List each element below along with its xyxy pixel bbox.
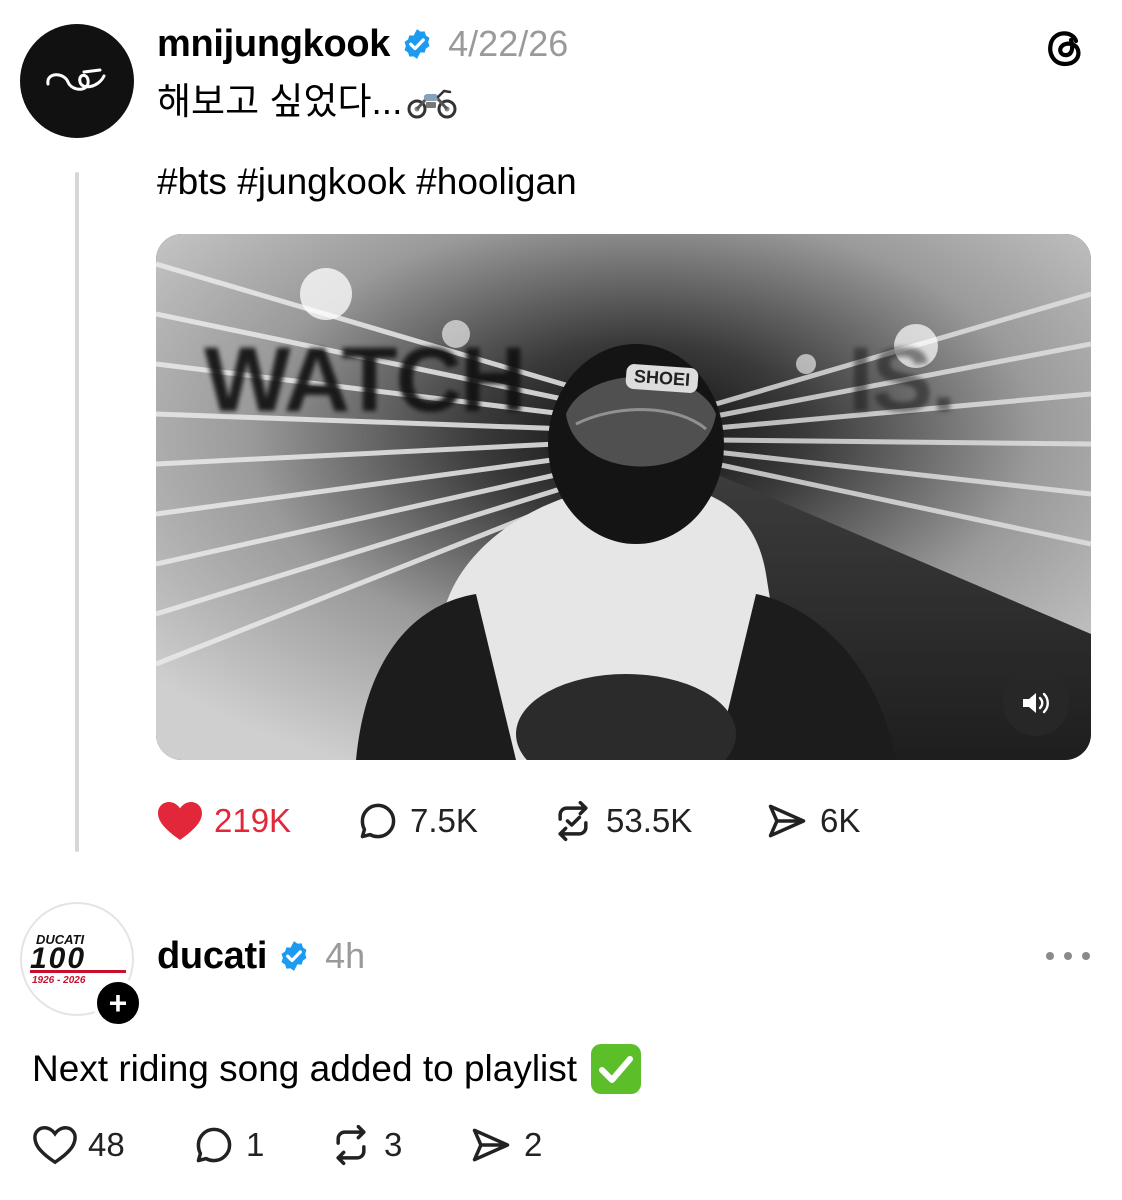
share-button[interactable]: 2 <box>468 1123 542 1167</box>
reply-icon <box>360 803 396 839</box>
post1-actions: 219K 7.5K 53.5K 6K <box>156 798 860 844</box>
overlay-word-end: IS. <box>848 329 956 431</box>
share-count: 2 <box>524 1126 543 1163</box>
post1-header: mnijungkook 4/22/26 <box>157 22 568 66</box>
post2-actions: 48 1 3 2 <box>32 1122 542 1168</box>
verified-icon <box>400 27 434 61</box>
reply-icon <box>196 1127 232 1163</box>
post2-text-line: Next riding song added to playlist <box>32 1048 578 1089</box>
post1-hashtags[interactable]: #bts #jungkook #hooligan <box>157 160 577 204</box>
check-emoji-icon <box>589 1042 643 1096</box>
reply-count: 7.5K <box>410 802 478 839</box>
like-count: 219K <box>214 802 292 839</box>
plus-icon: + <box>108 985 128 1021</box>
volume-toggle-button[interactable] <box>1003 670 1069 736</box>
post2-username[interactable]: ducati <box>157 935 267 978</box>
share-icon <box>472 1128 510 1162</box>
post1-text-line: 해보고 싶었다... <box>157 81 403 122</box>
post2-timestamp: 4h <box>325 935 366 976</box>
reply-button[interactable]: 1 <box>192 1123 328 1167</box>
overlay-word: WATCH <box>204 329 526 431</box>
share-icon <box>768 804 806 838</box>
signature-logo-icon <box>46 68 106 91</box>
heart-icon <box>158 802 202 840</box>
repost-button[interactable]: 3 <box>328 1123 468 1167</box>
more-dot <box>1064 952 1072 960</box>
threads-feed: mnijungkook 4/22/26 해보고 싶었다... #bts #jun… <box>0 0 1122 1200</box>
verified-icon <box>277 939 311 973</box>
video-frame <box>156 234 1091 760</box>
post2-text: Next riding song added to playlist <box>32 1042 643 1096</box>
like-button[interactable]: 48 <box>32 1124 192 1166</box>
follow-plus-button[interactable]: + <box>93 978 143 1028</box>
repost-count: 53.5K <box>606 802 693 839</box>
video-overlay-text: WATCH IS. <box>204 328 957 433</box>
repost-icon <box>558 800 588 842</box>
post1-text: 해보고 싶었다... <box>157 80 458 124</box>
avatar-mnijungkook[interactable] <box>20 24 134 138</box>
repost-count: 3 <box>384 1126 403 1163</box>
reply-button[interactable]: 7.5K <box>356 799 550 843</box>
post1-timestamp: 4/22/26 <box>448 23 569 64</box>
like-count: 48 <box>88 1126 125 1163</box>
motorcycle-emoji-icon <box>406 85 458 119</box>
heart-icon <box>33 1126 77 1165</box>
threads-logo-icon[interactable] <box>1042 24 1088 70</box>
share-button[interactable]: 6K <box>764 799 860 843</box>
post1-video[interactable]: WATCH IS. SHOEI <box>156 234 1091 760</box>
avatar-years-text: 1926 - 2026 <box>32 975 86 986</box>
post1-username[interactable]: mnijungkook <box>157 23 390 66</box>
share-count: 6K <box>820 802 861 839</box>
reply-count: 1 <box>246 1126 265 1163</box>
like-button[interactable]: 219K <box>156 800 356 842</box>
more-options-button[interactable] <box>1046 946 1090 966</box>
helmet-brand-label: SHOEI <box>625 363 699 394</box>
volume-icon <box>1023 692 1049 714</box>
repost-button[interactable]: 53.5K <box>550 799 764 843</box>
post2-header: ducati 4h <box>157 934 365 978</box>
thread-connector-line <box>75 172 79 852</box>
repost-icon <box>336 1124 366 1166</box>
more-dot <box>1046 952 1054 960</box>
more-dot <box>1082 952 1090 960</box>
